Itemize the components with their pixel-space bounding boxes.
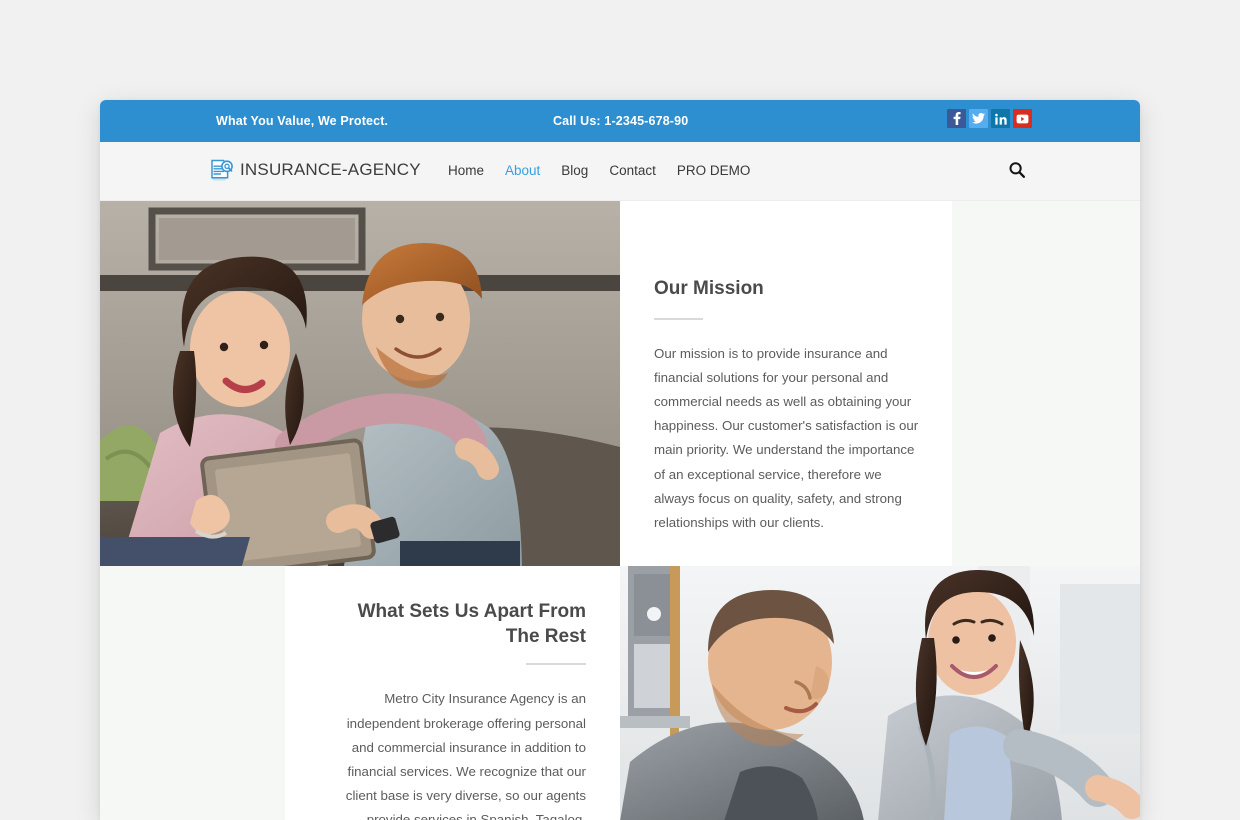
brand-name: INSURANCE-AGENCY xyxy=(240,160,421,179)
nav-item-about[interactable]: About xyxy=(505,163,540,178)
search-icon[interactable] xyxy=(1007,160,1027,180)
title-divider xyxy=(654,317,703,320)
nav-item-home[interactable]: Home xyxy=(448,163,484,178)
document-search-icon xyxy=(208,157,234,183)
mission-section: Our Mission Our mission is to provide in… xyxy=(100,201,1140,566)
site-tagline: What You Value, We Protect. xyxy=(216,114,389,128)
browser-window: What You Value, We Protect. Call Us: 1-2… xyxy=(100,100,1140,820)
site-logo[interactable]: INSURANCE-AGENCY xyxy=(208,157,421,183)
facebook-icon[interactable] xyxy=(947,109,966,128)
page-background: What You Value, We Protect. Call Us: 1-2… xyxy=(0,0,1240,820)
mission-title: Our Mission xyxy=(654,278,764,299)
nav-links: Home About Blog Contact PRO DEMO xyxy=(448,163,750,178)
nav-item-pro-demo[interactable]: PRO DEMO xyxy=(677,163,751,178)
phone-link[interactable]: Call Us: 1-2345-678-90 xyxy=(553,114,688,128)
twitter-icon[interactable] xyxy=(969,109,988,128)
linkedin-icon[interactable] xyxy=(991,109,1010,128)
social-links xyxy=(947,109,1032,128)
apart-section: What Sets Us Apart From The Rest Metro C… xyxy=(100,566,1140,820)
apart-text-panel: What Sets Us Apart From The Rest Metro C… xyxy=(285,566,620,820)
nav-item-blog[interactable]: Blog xyxy=(561,163,588,178)
youtube-icon[interactable] xyxy=(1013,109,1032,128)
main-navbar: INSURANCE-AGENCY Home About Blog Contact… xyxy=(100,142,1140,201)
apart-title: What Sets Us Apart From The Rest xyxy=(357,601,586,647)
title-divider xyxy=(526,663,586,666)
nav-item-contact[interactable]: Contact xyxy=(609,163,656,178)
mission-body: Our mission is to provide insurance and … xyxy=(654,345,919,530)
apart-photo xyxy=(620,566,1140,820)
mission-photo xyxy=(100,201,620,566)
mission-text-panel: Our Mission Our mission is to provide in… xyxy=(620,201,952,566)
utility-topbar: What You Value, We Protect. Call Us: 1-2… xyxy=(100,100,1140,142)
apart-body: Metro City Insurance Agency is an indepe… xyxy=(345,691,586,820)
